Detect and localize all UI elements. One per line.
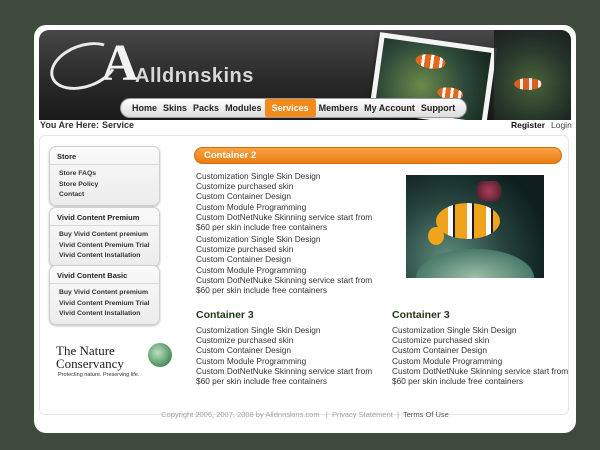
- sidebar-item-basic-buy[interactable]: Buy Vivid Content premium: [59, 288, 159, 299]
- sidebar-premium-box: Vivid Content Premium Buy Vivid Content …: [49, 207, 160, 267]
- nav-item-home[interactable]: Home: [129, 99, 160, 117]
- container3-left-title: Container 3: [196, 309, 254, 321]
- main-nav: Home Skins Packs Modules Services Member…: [120, 98, 468, 118]
- login-link[interactable]: Login: [551, 120, 572, 130]
- list-item: Customize purchased skin: [196, 244, 294, 255]
- sidebar-item-buy-premium[interactable]: Buy Vivid Content premium: [59, 230, 159, 241]
- sidebar-basic-title: Vivid Content Basic: [50, 266, 159, 284]
- list-item: $60 per skin include free containers: [196, 221, 327, 232]
- nav-item-my-account[interactable]: My Account: [361, 99, 418, 117]
- sidebar-item-premium-trial[interactable]: Vivid Content Premium Trial: [59, 241, 159, 252]
- list-item: Custom DotNetNuke Skinning service start…: [196, 211, 373, 222]
- sidebar-premium-title: Vivid Content Premium: [50, 208, 159, 226]
- breadcrumb-label: You Are Here:: [40, 120, 100, 130]
- list-item: $60 per skin include free containers: [196, 284, 327, 295]
- sidebar-item-contact[interactable]: Contact: [59, 190, 159, 201]
- list-item: $60 per skin include free containers: [196, 375, 327, 386]
- breadcrumb-page: Service: [102, 120, 135, 130]
- terms-link[interactable]: Terms Of Use: [403, 410, 449, 419]
- sponsor-tagline: Protecting nature. Preserving life.: [58, 372, 140, 378]
- page-frame: A Alldnnskins Home Skins Packs Modules S…: [34, 25, 576, 433]
- sidebar-item-basic-installation[interactable]: Vivid Content Installation: [59, 309, 159, 320]
- list-item: Custom Module Programming: [392, 355, 503, 366]
- container2-title: Container 2: [204, 150, 257, 161]
- list-item: Custom Module Programming: [196, 201, 307, 212]
- nav-item-services[interactable]: Services: [264, 99, 316, 117]
- nav-item-skins[interactable]: Skins: [160, 99, 190, 117]
- list-item: Custom DotNetNuke Skinning service start…: [392, 365, 569, 376]
- list-item: Customize purchased skin: [196, 181, 294, 192]
- sidebar-item-store-policy[interactable]: Store Policy: [59, 180, 159, 191]
- container3-right-title: Container 3: [392, 309, 450, 321]
- list-item: Customization Single Skin Design: [196, 234, 321, 244]
- footer-separator: |: [325, 410, 328, 419]
- list-item: Customization Single Skin Design: [392, 325, 517, 335]
- sidebar-item-store-faqs[interactable]: Store FAQs: [59, 169, 159, 180]
- footer-separator: |: [397, 410, 399, 419]
- container3-left-list: Customization Single Skin Design Customi…: [196, 325, 372, 386]
- list-item: Custom Container Design: [196, 345, 291, 356]
- list-item: Custom Module Programming: [196, 355, 307, 366]
- container2-header: Container 2: [194, 147, 562, 164]
- site-logo[interactable]: Alldnnskins: [135, 65, 254, 88]
- list-item: Customization Single Skin Design: [196, 171, 321, 181]
- container2-block1: Customization Single Skin Design Customi…: [196, 171, 372, 232]
- footer-copyright: Copyright 2006, 2007, 2008 by Alldnnskin…: [161, 410, 320, 419]
- sidebar-store-title: Store: [50, 147, 159, 165]
- container2-block2: Customization Single Skin Design Customi…: [196, 234, 372, 295]
- list-item: Custom Module Programming: [196, 264, 307, 275]
- globe-icon: [148, 343, 172, 367]
- nature-conservancy-logo[interactable]: The Nature Conservancy Protecting nature.…: [56, 340, 176, 386]
- sidebar-item-installation[interactable]: Vivid Content Installation: [59, 251, 159, 262]
- list-item: Custom Container Design: [392, 345, 487, 356]
- header-reef-photo: [494, 30, 571, 120]
- nav-item-support[interactable]: Support: [418, 99, 459, 117]
- nav-item-members[interactable]: Members: [316, 99, 362, 117]
- list-item: Custom DotNetNuke Skinning service start…: [196, 365, 373, 376]
- sidebar-basic-box: Vivid Content Basic Buy Vivid Content pr…: [49, 265, 160, 325]
- register-link[interactable]: Register: [511, 120, 545, 130]
- sidebar-item-basic-trial[interactable]: Vivid Content Premium Trial: [59, 299, 159, 310]
- container3-right-list: Customization Single Skin Design Customi…: [392, 325, 568, 386]
- clownfish-photo: [406, 175, 544, 278]
- list-item: Custom Container Design: [196, 191, 291, 202]
- list-item: Customize purchased skin: [196, 335, 294, 346]
- list-item: Custom DotNetNuke Skinning service start…: [196, 274, 373, 285]
- nav-item-modules[interactable]: Modules: [222, 99, 265, 117]
- logo-mark: A: [101, 35, 139, 92]
- nav-item-packs[interactable]: Packs: [190, 99, 222, 117]
- list-item: Customization Single Skin Design: [196, 325, 321, 335]
- breadcrumb: You Are Here: Service Register Login: [40, 120, 572, 134]
- list-item: Customize purchased skin: [392, 335, 490, 346]
- list-item: Custom Container Design: [196, 254, 291, 265]
- list-item: $60 per skin include free containers: [392, 375, 523, 386]
- site-footer: Copyright 2006, 2007, 2008 by Alldnnskin…: [34, 410, 576, 419]
- privacy-link[interactable]: Privacy Statement: [332, 410, 393, 419]
- sponsor-name: The Nature Conservancy: [56, 343, 124, 371]
- sidebar-store-box: Store Store FAQs Store Policy Contact: [49, 146, 160, 206]
